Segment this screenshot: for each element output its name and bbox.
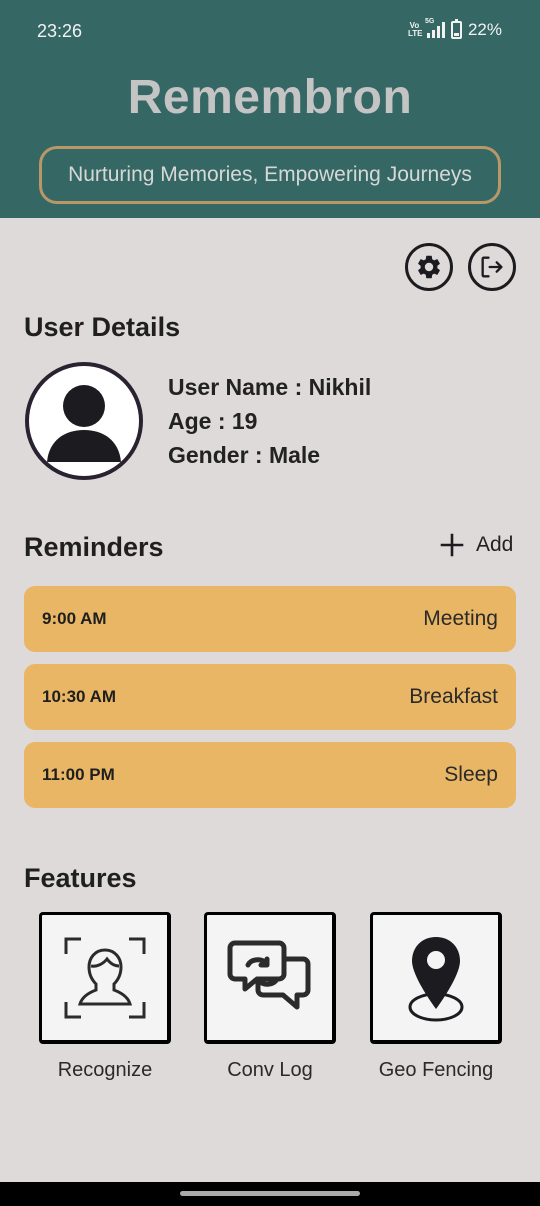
user-details: User Name : Nikhil Age : 19 Gender : Mal… (168, 374, 371, 476)
gear-icon (418, 255, 440, 279)
reminder-item[interactable]: 11:00 PM Sleep (24, 742, 516, 808)
home-gesture-handle[interactable] (180, 1191, 360, 1196)
feature-conv-log[interactable]: Conv Log (204, 912, 336, 1081)
battery-icon (450, 19, 462, 39)
status-bar: 23:26 Vo LTE 5G 22% (0, 0, 540, 62)
tagline: Nurturing Memories, Empowering Journeys (39, 146, 501, 204)
feature-geo-fencing[interactable]: Geo Fencing (370, 912, 502, 1081)
reminder-item[interactable]: 9:00 AM Meeting (24, 586, 516, 652)
chat-bubbles-icon (227, 940, 310, 1009)
feature-label: Recognize (57, 1059, 153, 1081)
status-icons: Vo LTE 5G 22% (407, 18, 502, 40)
logout-icon (481, 256, 503, 278)
add-label: Add (476, 533, 514, 556)
reminder-time: 11:00 PM (42, 765, 115, 784)
feature-label: Conv Log (227, 1059, 313, 1081)
user-avatar-icon (47, 385, 121, 462)
add-reminder-button[interactable]: Add (440, 533, 513, 557)
signal-icon: 5G (425, 18, 445, 38)
avatar (25, 362, 143, 480)
feature-tile[interactable] (370, 912, 502, 1044)
user-name: User Name : Nikhil (168, 374, 372, 400)
user-details-title: User Details (24, 312, 181, 342)
reminder-time: 10:30 AM (42, 687, 117, 706)
plus-icon (440, 533, 464, 557)
settings-button[interactable] (405, 243, 453, 291)
reminder-item[interactable]: 10:30 AM Breakfast (24, 664, 516, 730)
network-type: 5G (424, 18, 435, 25)
logout-button[interactable] (468, 243, 516, 291)
status-time: 23:26 (37, 21, 83, 41)
navigation-bar (0, 1182, 540, 1206)
location-pin-icon (408, 936, 463, 1021)
user-gender: Gender : Male (168, 442, 321, 468)
app-title: Remembron (127, 71, 413, 124)
user-age: Age : 19 (168, 408, 258, 434)
app-header: 23:26 Vo LTE 5G 22% Remembron Nurturing … (0, 0, 540, 218)
face-scan-icon (64, 937, 145, 1018)
reminder-time: 9:00 AM (42, 609, 107, 628)
feature-recognize[interactable]: Recognize (39, 912, 171, 1081)
reminder-label: Meeting (423, 607, 498, 630)
reminders-title: Reminders (24, 532, 164, 562)
feature-label: Geo Fencing (378, 1059, 494, 1081)
reminder-label: Breakfast (409, 685, 498, 708)
feature-tile[interactable] (204, 912, 336, 1044)
features-title: Features (24, 863, 137, 893)
battery-percent: 22% (467, 20, 502, 39)
reminder-label: Sleep (444, 763, 498, 786)
volte-icon: Vo LTE (407, 21, 423, 38)
feature-tile[interactable] (39, 912, 171, 1044)
